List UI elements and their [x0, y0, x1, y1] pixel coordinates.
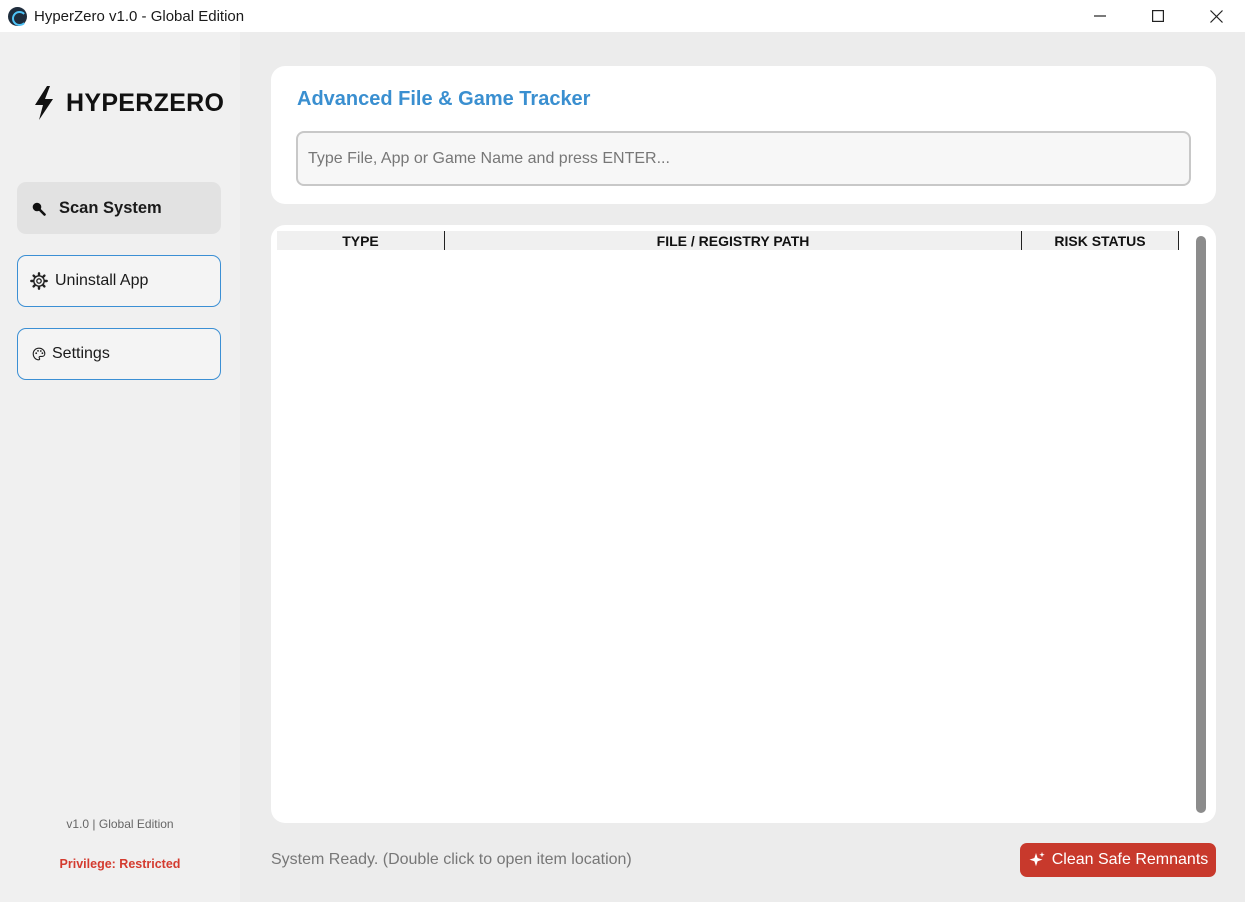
sidebar-item-scan-system[interactable]: Scan System: [17, 182, 221, 234]
close-button[interactable]: [1187, 0, 1245, 32]
sidebar: HYPERZERO Scan System Uninstall App Sett…: [0, 32, 240, 902]
clean-safe-remnants-button[interactable]: Clean Safe Remnants: [1020, 843, 1216, 877]
magnifier-icon: [30, 199, 48, 217]
brand-name: HYPERZERO: [66, 88, 225, 117]
tracker-card: Advanced File & Game Tracker: [271, 66, 1216, 204]
sidebar-item-uninstall-app[interactable]: Uninstall App: [17, 255, 221, 307]
status-text: System Ready. (Double click to open item…: [271, 851, 632, 868]
sidebar-item-label: Scan System: [59, 198, 162, 217]
column-header-risk-status[interactable]: RISK STATUS: [1021, 231, 1179, 250]
vertical-scrollbar[interactable]: [1196, 236, 1206, 813]
brand: HYPERZERO: [32, 86, 224, 120]
table-body[interactable]: [277, 251, 1179, 811]
privilege-status: Privilege: Restricted: [59, 857, 181, 871]
close-icon: [1209, 9, 1223, 23]
sidebar-item-label: Settings: [52, 345, 110, 362]
window-controls: [1071, 0, 1245, 32]
sparkle-icon: [1029, 852, 1045, 867]
minimize-icon: [1094, 15, 1106, 17]
tracker-title: Advanced File & Game Tracker: [297, 88, 591, 110]
column-header-path[interactable]: FILE / REGISTRY PATH: [444, 231, 1021, 250]
app-logo-icon: [8, 6, 27, 26]
title-bar: HyperZero v1.0 - Global Edition: [0, 0, 1245, 32]
search-input[interactable]: [296, 131, 1191, 186]
version-label: v1.0 | Global Edition: [66, 817, 174, 831]
sidebar-item-label: Uninstall App: [55, 272, 149, 289]
maximize-icon: [1152, 10, 1164, 22]
maximize-button[interactable]: [1129, 0, 1187, 32]
results-table: TYPE FILE / REGISTRY PATH RISK STATUS: [271, 225, 1216, 823]
clean-button-label: Clean Safe Remnants: [1051, 851, 1209, 868]
gear-icon: [30, 272, 48, 290]
table-header: TYPE FILE / REGISTRY PATH RISK STATUS: [277, 231, 1179, 250]
lightning-bolt-icon: [35, 86, 53, 120]
minimize-button[interactable]: [1071, 0, 1129, 32]
window-title: HyperZero v1.0 - Global Edition: [34, 7, 245, 25]
palette-icon: [30, 345, 48, 363]
column-header-type[interactable]: TYPE: [277, 231, 444, 250]
sidebar-item-settings[interactable]: Settings: [17, 328, 221, 380]
